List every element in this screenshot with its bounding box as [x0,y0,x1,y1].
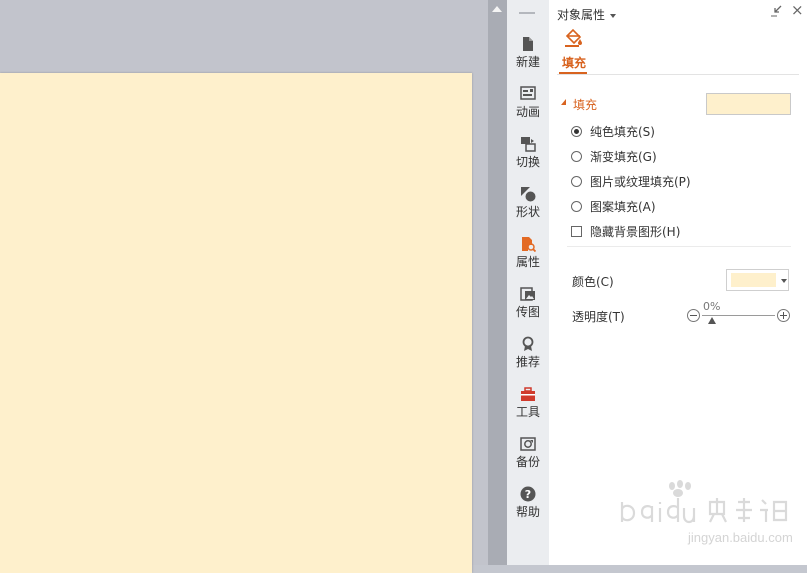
checkbox[interactable] [571,225,582,237]
section-divider [567,246,791,247]
picture-texture-fill-label: 图片或纹理填充(P) [590,174,691,189]
gradient-fill-label: 渐变填充(G) [590,149,657,164]
properties-icon [522,237,536,252]
rail-item-label: 传图 [515,305,540,319]
rail-item-label: 推荐 [515,355,540,369]
rail-item-label: 工具 [515,405,540,419]
backup-icon [520,437,536,451]
fill-preview-swatch [706,93,791,115]
panel-title-dropdown[interactable]: 对象属性 [557,6,617,23]
transparency-label: 透明度(T) [572,310,625,324]
chevron-down-icon [781,279,787,283]
radio-button[interactable] [571,175,582,187]
paint-bucket-icon[interactable] [563,28,583,48]
rail-item-label: 动画 [515,105,540,119]
hide-background-label: 隐藏背景图形(H) [590,224,681,239]
rail-item-help[interactable]: ? 帮助 [507,486,549,536]
rail-grip[interactable] [519,12,535,14]
rail-item-backup[interactable]: 备份 [507,436,549,486]
rail-item-upload-image[interactable]: 传图 [507,286,549,336]
color-label: 颜色(C) [572,275,614,289]
rail-item-label: 切换 [515,155,540,169]
slide[interactable] [0,73,472,573]
panel-title: 对象属性 [557,8,606,22]
color-picker-dropdown[interactable] [726,269,789,291]
solid-fill-label: 纯色填充(S) [590,124,655,139]
collapse-arrow-icon[interactable] [492,6,502,12]
radio-button-checked[interactable] [571,125,582,137]
fill-section-title[interactable]: 填充 [573,96,597,113]
close-icon[interactable]: × [791,3,804,18]
transparency-slider-thumb[interactable] [708,317,716,324]
toolbox-icon [521,387,535,401]
rail-item-label: 帮助 [515,505,540,519]
svg-text:?: ? [525,488,531,501]
color-swatch [731,273,776,287]
tool-rail: 新建 动画 切换 形状 属性 传图 推荐 工具 备份 ? 帮助 [507,0,550,565]
recommend-icon [522,336,534,351]
radio-button[interactable] [571,200,582,212]
rail-item-label: 备份 [515,455,540,469]
rail-item-shapes[interactable]: 形状 [507,186,549,236]
radio-button[interactable] [571,150,582,162]
picture-texture-fill-radio[interactable]: 图片或纹理填充(P) [571,173,691,189]
slide-canvas-area [0,0,488,573]
rail-item-animation[interactable]: 动画 [507,86,549,136]
decrease-transparency-button[interactable] [687,309,700,322]
transparency-slider[interactable] [702,315,775,316]
rail-item-new[interactable]: 新建 [507,36,549,86]
panel-splitter[interactable] [488,0,507,565]
increase-transparency-button[interactable] [777,309,790,322]
rail-item-toolbox[interactable]: 工具 [507,386,549,436]
restore-pane-icon[interactable] [770,5,782,17]
rail-item-label: 新建 [515,55,540,69]
tab-divider [557,74,799,75]
hide-background-checkbox[interactable]: 隐藏背景图形(H) [571,223,680,239]
pattern-fill-label: 图案填充(A) [590,199,656,214]
pattern-fill-radio[interactable]: 图案填充(A) [571,198,656,214]
rail-item-label: 属性 [515,255,540,269]
object-properties-panel: 对象属性 × 填充 填充 纯色填充(S) 渐变填充(G) 图片或纹理填充(P) … [549,0,807,565]
shapes-icon [521,187,536,202]
gradient-fill-radio[interactable]: 渐变填充(G) [571,148,657,164]
rail-item-properties[interactable]: 属性 [507,236,549,286]
animation-icon [520,86,536,100]
upload-image-icon [520,287,535,301]
transparency-value: 0% [703,300,721,313]
new-file-icon [523,37,533,51]
chevron-down-icon [610,13,617,18]
tab-fill[interactable]: 填充 [562,54,586,71]
rail-item-label: 形状 [515,205,540,219]
help-icon: ? [520,486,536,502]
solid-fill-radio[interactable]: 纯色填充(S) [571,123,655,139]
rail-item-recommend[interactable]: 推荐 [507,336,549,386]
transition-icon [521,137,536,152]
rail-item-transition[interactable]: 切换 [507,136,549,186]
collapse-triangle-icon[interactable] [561,99,566,105]
